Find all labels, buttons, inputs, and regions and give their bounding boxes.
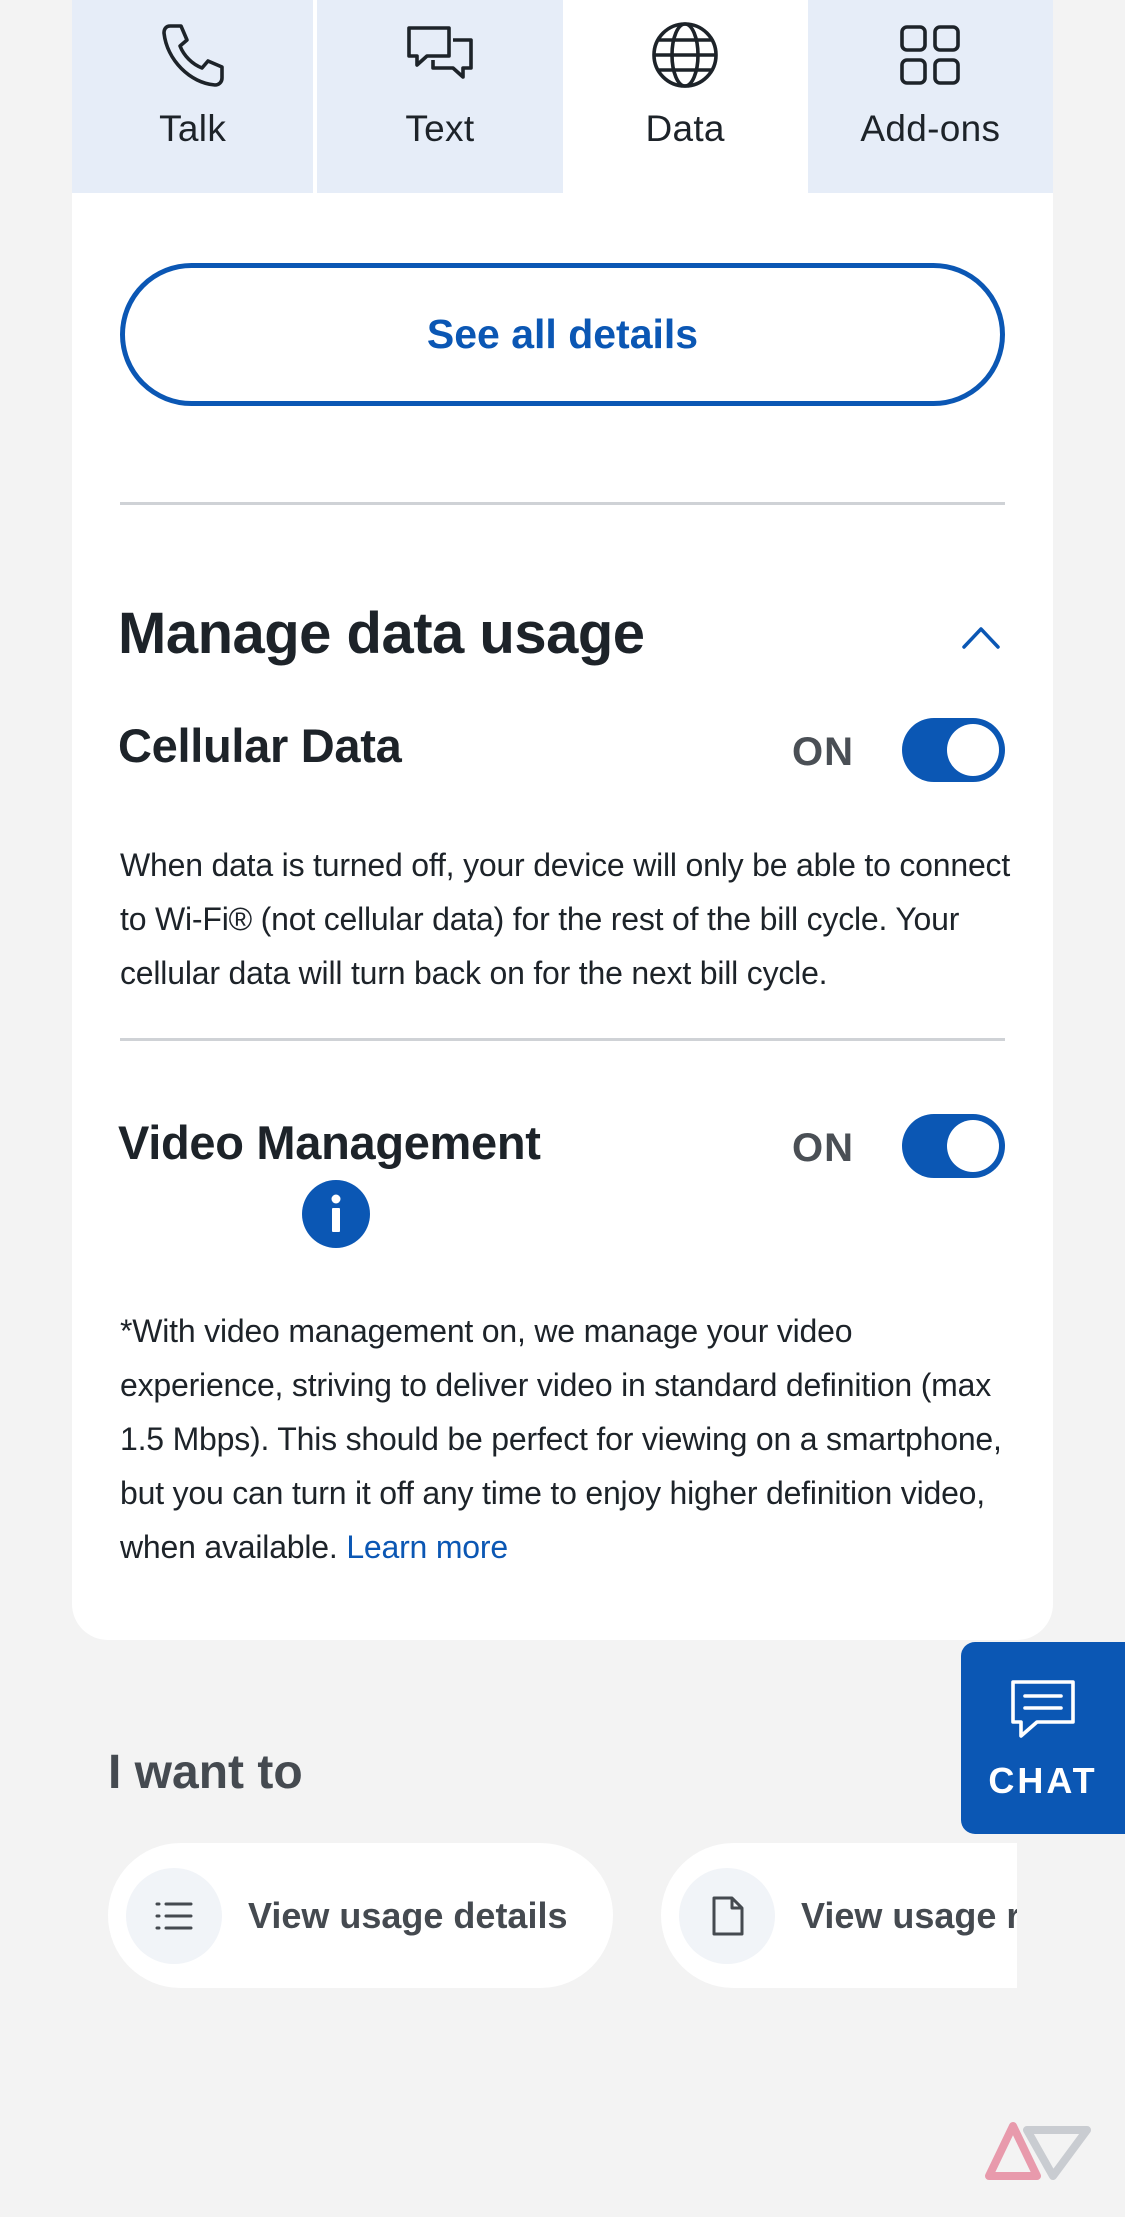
info-icon[interactable]	[302, 1180, 370, 1248]
tab-data[interactable]: Data	[562, 0, 808, 193]
video-description-text: *With video management on, we manage you…	[120, 1313, 1002, 1565]
chevron-up-icon[interactable]	[958, 619, 1004, 655]
view-usage-report-chip[interactable]: View usage r	[661, 1843, 1017, 1988]
quick-actions-carousel[interactable]: View usage details View usage r	[108, 1843, 1017, 1988]
chip-label: View usage r	[801, 1894, 1017, 1936]
chip-label: View usage details	[248, 1894, 568, 1936]
toggle-knob	[947, 1120, 999, 1172]
chat-button[interactable]: CHAT	[961, 1642, 1125, 1834]
video-management-description: *With video management on, we manage you…	[120, 1304, 1020, 1574]
view-usage-details-chip[interactable]: View usage details	[108, 1843, 613, 1988]
video-management-toggle[interactable]	[902, 1114, 1005, 1178]
phone-icon	[161, 24, 224, 87]
divider	[120, 1038, 1005, 1041]
section-title: Manage data usage	[118, 601, 645, 666]
watermark-logo-icon	[985, 2122, 1091, 2180]
globe-icon	[652, 22, 718, 88]
chip-icon-wrap	[126, 1867, 222, 1964]
tab-add-ons[interactable]: Add-ons	[807, 0, 1053, 193]
see-all-details-button[interactable]: See all details	[120, 263, 1005, 406]
i-want-to-title: I want to	[108, 1746, 303, 1799]
chat-bubbles-icon	[407, 26, 473, 79]
tab-talk[interactable]: Talk	[72, 0, 318, 193]
tab-label: Text	[405, 108, 475, 149]
grid-icon	[900, 25, 961, 85]
cellular-data-toggle[interactable]	[902, 718, 1005, 782]
list-icon	[155, 1902, 193, 1929]
tab-label: Add-ons	[860, 108, 1001, 149]
toggle-knob	[947, 724, 999, 776]
chat-icon	[1011, 1680, 1075, 1738]
learn-more-link[interactable]: Learn more	[346, 1529, 508, 1565]
tab-label: Data	[645, 108, 725, 149]
chat-label: CHAT	[988, 1760, 1098, 1801]
cellular-data-title: Cellular Data	[118, 719, 402, 772]
video-management-title: Video Management	[118, 1116, 541, 1169]
tab-label: Talk	[159, 108, 227, 149]
document-icon	[712, 1896, 744, 1935]
chip-icon-wrap	[679, 1867, 775, 1964]
video-management-status: ON	[792, 1126, 854, 1170]
usage-tabs: Talk Text Data Add-ons	[72, 0, 1053, 193]
cellular-data-description: When data is turned off, your device wil…	[120, 847, 1011, 991]
tab-text[interactable]: Text	[317, 0, 563, 193]
cellular-data-status: ON	[792, 730, 854, 774]
plan-card: Talk Text Data Add-ons See all details M…	[72, 0, 1053, 1640]
divider	[120, 502, 1005, 505]
